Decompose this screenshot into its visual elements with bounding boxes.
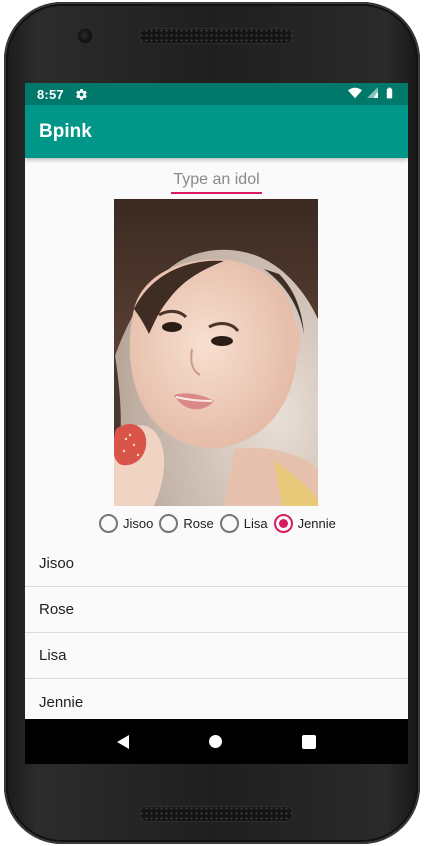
device-screen: 8:57 Bpink Type an idol Jisoo Rose Lisa …	[25, 83, 408, 764]
status-time: 8:57	[37, 86, 64, 102]
radio-button[interactable]	[219, 513, 239, 533]
idol-photo	[114, 199, 318, 506]
status-bar: 8:57	[25, 83, 408, 105]
radio-label: Rose	[183, 515, 214, 531]
battery-icon	[383, 86, 396, 103]
front-camera	[78, 29, 92, 43]
radio-button[interactable]	[99, 513, 118, 533]
radio-label: Jennie	[297, 515, 336, 531]
gear-icon	[75, 88, 88, 101]
navigation-bar	[25, 719, 408, 764]
home-icon[interactable]	[209, 735, 222, 748]
status-icons	[348, 86, 396, 103]
main-content: Jisoo Rose Lisa Jennie Jisoo Rose L	[25, 158, 408, 725]
recents-icon[interactable]	[302, 734, 316, 749]
radio-option-jennie[interactable]: Jennie	[273, 513, 336, 533]
radio-label: Jisoo	[123, 515, 154, 531]
list-item[interactable]: Lisa	[25, 633, 408, 679]
idol-input-wrapper	[171, 168, 262, 194]
radio-button-selected[interactable]	[273, 513, 293, 533]
idol-search-input[interactable]	[171, 168, 262, 192]
app-bar: Bpink	[25, 105, 408, 158]
wifi-icon	[348, 86, 362, 103]
radio-label: Lisa	[243, 515, 268, 531]
idol-radio-group: Jisoo Rose Lisa Jennie	[99, 512, 342, 534]
radio-option-rose[interactable]: Rose	[159, 513, 214, 533]
signal-icon	[366, 86, 379, 102]
radio-option-lisa[interactable]: Lisa	[219, 513, 268, 533]
back-icon[interactable]	[117, 734, 129, 749]
list-item[interactable]: Rose	[25, 587, 408, 633]
list-item[interactable]: Jisoo	[25, 541, 408, 587]
top-speaker	[139, 28, 293, 44]
idol-photo-illustration	[114, 199, 318, 506]
idol-list: Jisoo Rose Lisa Jennie	[25, 541, 408, 725]
radio-button[interactable]	[159, 513, 179, 533]
radio-option-jisoo[interactable]: Jisoo	[99, 513, 154, 533]
app-title: Bpink	[39, 120, 92, 142]
phone-frame: 8:57 Bpink Type an idol Jisoo Rose Lisa …	[4, 2, 420, 844]
bottom-speaker	[139, 806, 293, 822]
